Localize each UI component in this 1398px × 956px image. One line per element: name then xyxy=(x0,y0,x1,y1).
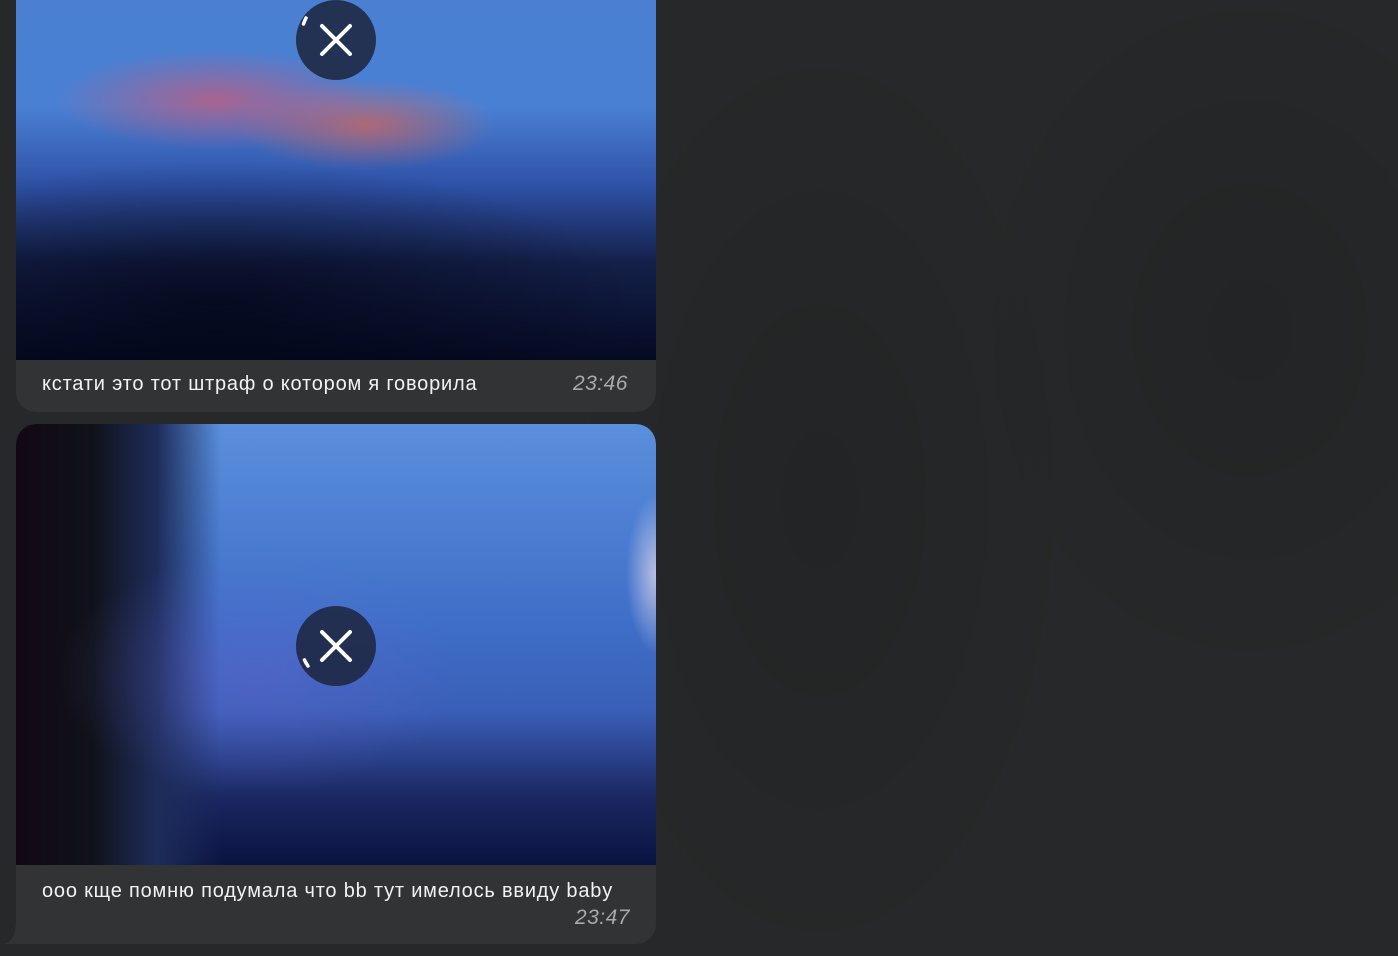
cancel-download-button[interactable] xyxy=(296,606,376,686)
message-bubble[interactable]: кстати это тот штраф о котором я говорил… xyxy=(16,0,656,412)
close-icon xyxy=(301,16,352,56)
message-bubble[interactable]: ооо кще помню подумала что bb тут имелос… xyxy=(16,424,656,944)
cancel-download-button[interactable] xyxy=(296,0,376,80)
bubble-tail xyxy=(4,920,32,944)
message-timestamp: 23:47 xyxy=(574,906,630,929)
message-caption: кстати это тот штраф о котором я говорил… xyxy=(42,373,478,395)
progress-ring-icon xyxy=(301,16,308,26)
progress-ring-icon xyxy=(302,658,310,668)
message-timestamp: 23:46 xyxy=(572,372,628,395)
close-icon xyxy=(302,630,352,668)
message-caption: ооо кще помню подумала что bb тут имелос… xyxy=(42,880,614,902)
